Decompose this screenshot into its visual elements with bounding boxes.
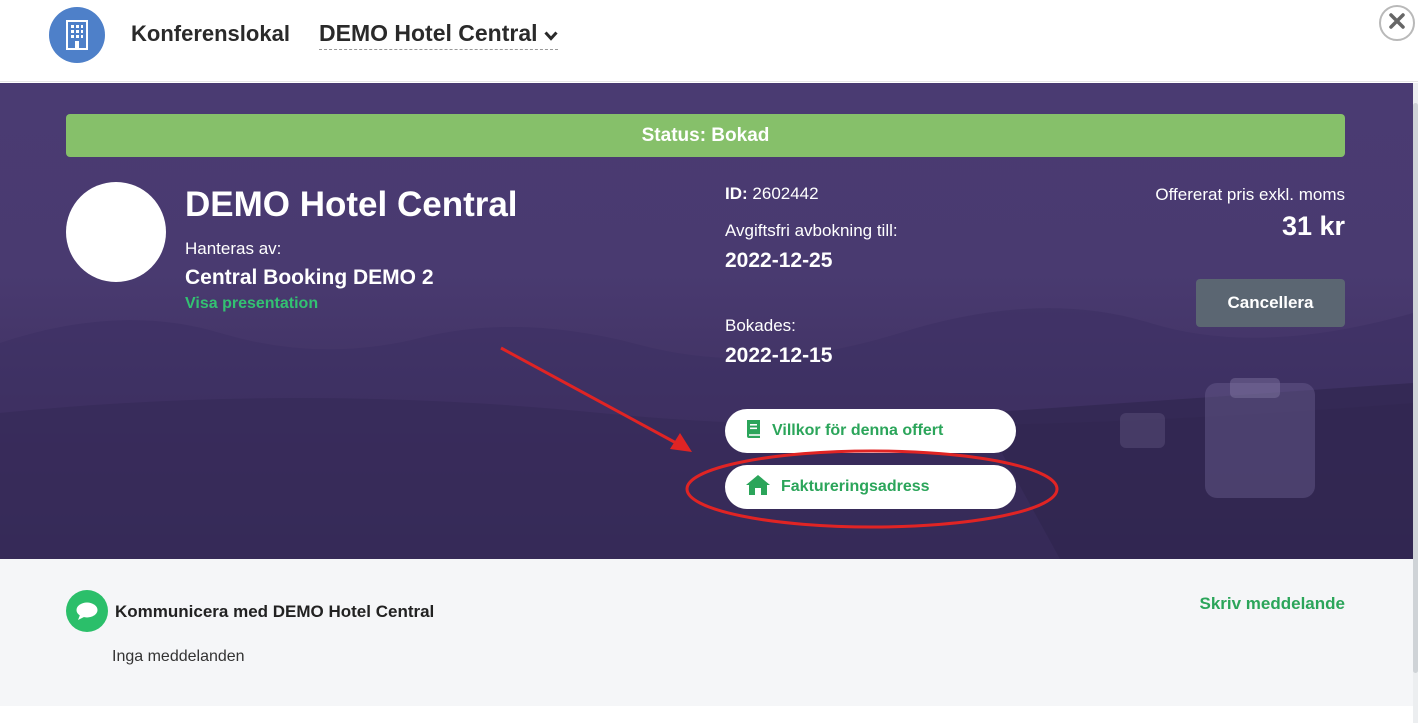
venue-title: DEMO Hotel Central xyxy=(185,185,518,224)
top-bar: Konferenslokal DEMO Hotel Central xyxy=(0,0,1418,82)
booked-label: Bokades: xyxy=(725,316,796,335)
building-icon xyxy=(49,7,105,63)
venue-avatar xyxy=(66,182,166,282)
chat-bubble-icon xyxy=(66,590,108,632)
quoted-price-label: Offererat pris exkl. moms xyxy=(1155,185,1345,204)
write-message-link[interactable]: Skriv meddelande xyxy=(1199,594,1345,614)
billing-address-button-label: Faktureringsadress xyxy=(781,478,930,495)
messages-title: Kommunicera med DEMO Hotel Central xyxy=(115,602,435,621)
view-presentation-link[interactable]: Visa presentation xyxy=(185,295,318,313)
booked-date: 2022-12-15 xyxy=(725,344,833,367)
venue-select-value: DEMO Hotel Central xyxy=(319,20,538,46)
terms-button-label: Villkor för denna offert xyxy=(772,422,944,439)
booking-id-value: 2602442 xyxy=(752,184,819,203)
free-cancellation-date: 2022-12-25 xyxy=(725,249,833,272)
booking-id: ID: 2602442 xyxy=(725,184,819,204)
messages-section: Kommunicera med DEMO Hotel Central Skriv… xyxy=(0,559,1413,706)
section-label: Konferenslokal xyxy=(131,21,290,46)
vertical-scrollbar[interactable] xyxy=(1413,83,1418,723)
close-button[interactable] xyxy=(1379,5,1415,41)
home-icon xyxy=(745,474,771,501)
scrollbar-thumb[interactable] xyxy=(1413,103,1418,673)
billing-address-button[interactable]: Faktureringsadress xyxy=(725,465,1016,509)
cancel-booking-button[interactable]: Cancellera xyxy=(1196,279,1345,327)
booking-hero: Status: Bokad DEMO Hotel Central Hantera… xyxy=(0,83,1413,559)
venue-select[interactable]: DEMO Hotel Central xyxy=(319,20,558,50)
quoted-price-value: 31 kr xyxy=(1281,211,1345,241)
chevron-down-icon xyxy=(543,20,558,47)
booking-id-label: ID: xyxy=(725,184,748,203)
status-banner: Status: Bokad xyxy=(66,114,1345,157)
managed-by-name: Central Booking DEMO 2 xyxy=(185,266,434,289)
managed-by-label: Hanteras av: xyxy=(185,239,282,258)
terms-button[interactable]: Villkor för denna offert xyxy=(725,409,1016,453)
close-icon xyxy=(1389,12,1405,34)
no-messages-text: Inga meddelanden xyxy=(112,648,245,665)
book-icon xyxy=(745,419,762,444)
free-cancellation-label: Avgiftsfri avbokning till: xyxy=(725,221,898,240)
